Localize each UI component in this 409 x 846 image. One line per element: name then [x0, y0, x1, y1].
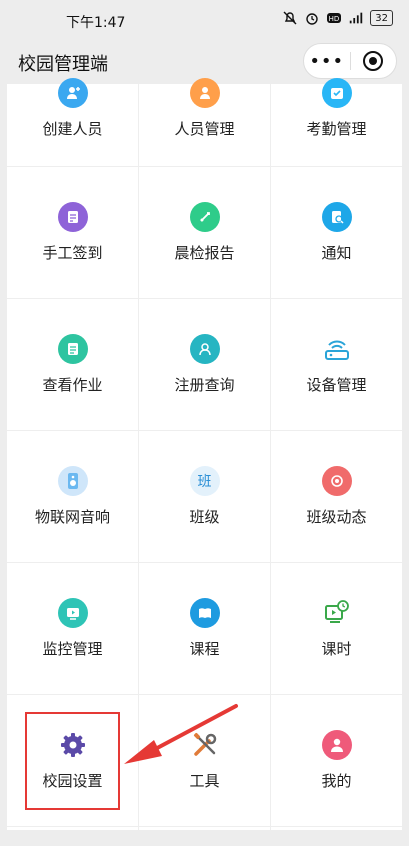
- mini-program-capsule: •••: [303, 43, 397, 79]
- grid-item-label: 创建人员: [42, 119, 103, 138]
- annotation-highlight-box: [25, 712, 120, 810]
- battery-indicator: 32: [370, 10, 393, 26]
- grid-item-monitor-management[interactable]: 监控管理: [7, 563, 138, 694]
- grid-item-label: 物联网音响: [34, 508, 110, 526]
- page-title: 校园管理端: [18, 54, 108, 75]
- profile-icon: [321, 730, 352, 760]
- grid-divider: [7, 826, 402, 827]
- grid-item-label: 查看作业: [42, 376, 103, 394]
- monitor-icon: [57, 598, 88, 628]
- people-icon: [189, 77, 220, 108]
- svg-text:HD: HD: [329, 15, 340, 23]
- grid-item-label: 课程: [189, 640, 220, 658]
- grid-item-label: 晨检报告: [174, 244, 235, 262]
- grid-item-label: 班级动态: [306, 508, 367, 526]
- grid-item-label: 考勤管理: [306, 119, 367, 138]
- grid-item-class-dynamics[interactable]: 班级动态: [271, 431, 402, 562]
- grid-item-device-management[interactable]: 设备管理: [271, 299, 402, 430]
- grid-item-label: 人员管理: [174, 119, 235, 138]
- notice-icon: [321, 202, 352, 232]
- attendance-icon: [321, 77, 352, 108]
- grid-item-label: 工具: [189, 772, 220, 790]
- signal-5g-icon: [348, 10, 364, 26]
- mute-icon: [282, 10, 298, 26]
- grid-item-label: 手工签到: [42, 244, 103, 262]
- sign-in-icon: [57, 202, 88, 232]
- class-icon-glyph: 班: [197, 474, 212, 490]
- status-bar: 下午1:47 HD 32: [0, 0, 409, 40]
- class-icon: 班: [189, 466, 220, 496]
- grid-item-label: 设备管理: [306, 376, 367, 394]
- grid-item-label: 班级: [189, 508, 220, 526]
- alarm-icon: [304, 10, 320, 26]
- grid-item-manual-sign-in[interactable]: 手工签到: [7, 167, 138, 298]
- grid-item-class[interactable]: 班 班级: [139, 431, 270, 562]
- course-book-icon: [189, 598, 220, 628]
- add-person-icon: [57, 77, 88, 108]
- register-search-icon: [189, 334, 220, 364]
- grid-item-person-management[interactable]: 人员管理: [139, 77, 270, 166]
- grid-item-create-person[interactable]: 创建人员: [7, 77, 138, 166]
- grid-item-label: 通知: [321, 244, 352, 262]
- more-button[interactable]: •••: [304, 43, 350, 79]
- speaker-icon: [57, 466, 88, 496]
- grid-item-label: 我的: [321, 772, 352, 790]
- target-icon: [363, 51, 384, 71]
- grid-item-label: 监控管理: [42, 640, 103, 658]
- grid-item-label: 课时: [321, 640, 352, 658]
- hd-icon: HD: [326, 10, 342, 26]
- grid-item-morning-check[interactable]: 晨检报告: [139, 167, 270, 298]
- grid-item-course[interactable]: 课程: [139, 563, 270, 694]
- router-icon: [322, 334, 352, 364]
- grid-item-iot-speaker[interactable]: 物联网音响: [7, 431, 138, 562]
- class-dynamics-icon: [321, 466, 352, 496]
- homework-icon: [57, 334, 88, 364]
- grid-item-notice[interactable]: 通知: [271, 167, 402, 298]
- grid-item-label: 注册查询: [174, 376, 235, 394]
- grid-item-view-homework[interactable]: 查看作业: [7, 299, 138, 430]
- class-hour-icon: [322, 598, 352, 628]
- grid-item-attendance[interactable]: 考勤管理: [271, 77, 402, 166]
- grid-item-mine[interactable]: 我的: [271, 695, 402, 826]
- grid-item-register-search[interactable]: 注册查询: [139, 299, 270, 430]
- close-mini-program-button[interactable]: [350, 43, 396, 79]
- status-time: 下午1:47: [66, 15, 126, 31]
- morning-check-icon: [189, 202, 220, 232]
- grid-item-class-hour[interactable]: 课时: [271, 563, 402, 694]
- annotation-arrow-icon: [124, 704, 238, 764]
